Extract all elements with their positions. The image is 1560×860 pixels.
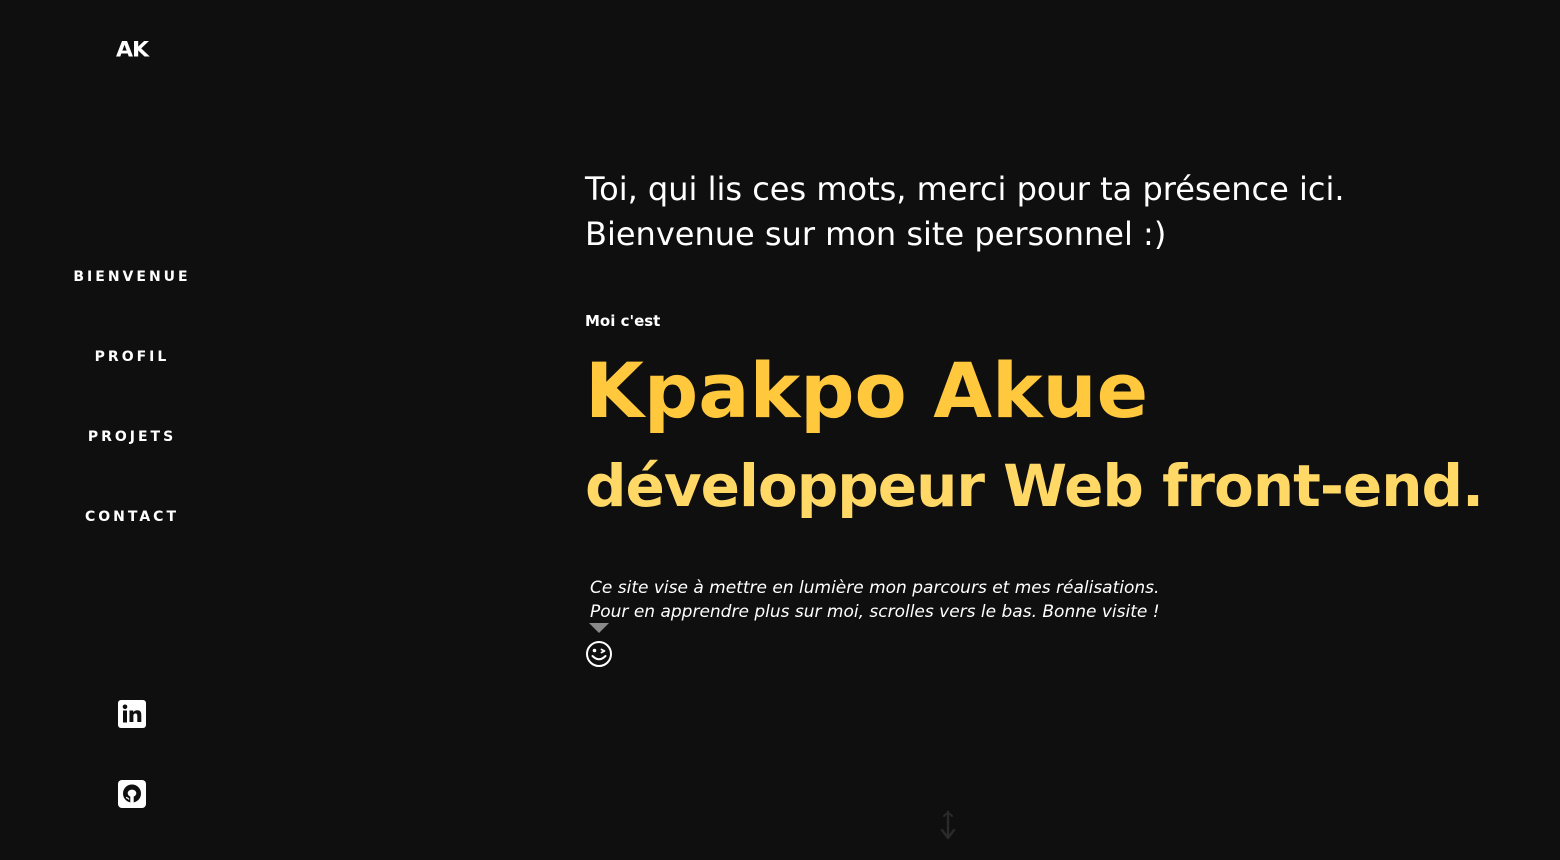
nav-link-bienvenue[interactable]: BIENVENUE xyxy=(73,266,190,288)
hero-name: Kpakpo Akue xyxy=(585,346,1149,435)
nav-item-projets: PROJETS xyxy=(0,426,264,506)
greeting: Toi, qui lis ces mots, merci pour ta pré… xyxy=(585,167,1345,257)
linkedin-link[interactable] xyxy=(0,700,264,732)
nav-item-contact: CONTACT xyxy=(0,506,264,586)
nav-link-projets[interactable]: PROJETS xyxy=(88,426,176,448)
main-nav: BIENVENUE PROFIL PROJETS CONTACT xyxy=(0,266,264,586)
intro-label: Moi c'est xyxy=(585,312,661,330)
site-description: Ce site vise à mettre en lumière mon par… xyxy=(590,576,1160,624)
sidebar: AK BIENVENUE PROFIL PROJETS CONTACT xyxy=(0,0,264,860)
nav-link-contact[interactable]: CONTACT xyxy=(85,506,179,528)
hero-section: Toi, qui lis ces mots, merci pour ta pré… xyxy=(585,0,1525,860)
nav-link-profil[interactable]: PROFIL xyxy=(95,346,170,368)
page: AK BIENVENUE PROFIL PROJETS CONTACT Toi,… xyxy=(0,0,1560,860)
site-logo[interactable]: AK xyxy=(0,39,264,63)
wink-face-icon xyxy=(585,640,613,672)
linkedin-icon xyxy=(118,700,146,728)
scroll-down-icon[interactable] xyxy=(936,808,960,848)
github-icon xyxy=(118,780,146,808)
tooltip-arrow xyxy=(589,623,609,633)
description-line-1: Ce site vise à mettre en lumière mon par… xyxy=(590,578,1160,598)
hero-role: développeur Web front-end. xyxy=(585,452,1484,520)
github-link[interactable] xyxy=(0,780,264,812)
nav-item-profil: PROFIL xyxy=(0,346,264,426)
nav-item-bienvenue: BIENVENUE xyxy=(0,266,264,346)
greeting-line-1: Toi, qui lis ces mots, merci pour ta pré… xyxy=(585,170,1345,208)
description-line-2: Pour en apprendre plus sur moi, scrolles… xyxy=(590,602,1160,622)
greeting-line-2: Bienvenue sur mon site personnel :) xyxy=(585,215,1167,253)
